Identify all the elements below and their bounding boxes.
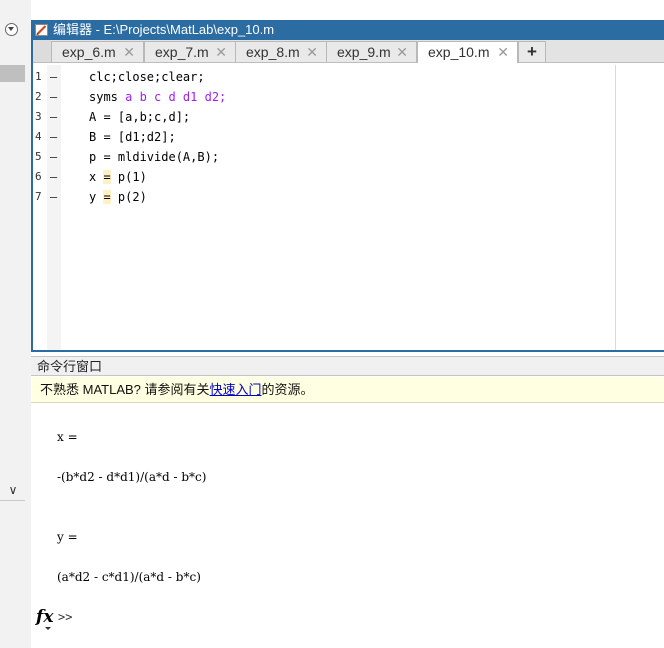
line-number: 6 [35, 170, 42, 183]
tab-label: exp_10.m [428, 44, 490, 60]
code-line[interactable]: 3 – A = [a,b;c,d]; [33, 107, 633, 127]
code-text: B = [d1;d2]; [89, 130, 176, 144]
code-keyword: syms [89, 90, 126, 104]
code-line[interactable]: 6 – x = p(1) [33, 167, 633, 187]
line-number: 7 [35, 190, 42, 203]
notice-text: 不熟悉 MATLAB? 请参阅有关 [40, 382, 210, 397]
tab-label: exp_7.m [155, 44, 209, 60]
editor-pencil-icon [35, 24, 48, 36]
chevron-down-icon[interactable]: ∨ [3, 483, 23, 497]
close-icon[interactable]: ✕ [497, 42, 509, 62]
editor-title-bar: 编辑器 - E:\Projects\MatLab\exp_10.m [31, 20, 664, 40]
code-expr: p(2) [110, 190, 147, 204]
line-number: 5 [35, 150, 42, 163]
code-text: clc;close;clear; [89, 70, 205, 84]
line-number: 3 [35, 110, 42, 123]
tab-label: exp_6.m [62, 44, 116, 60]
breakpoint-marker[interactable]: – [50, 127, 57, 147]
code-text: syms a b c d d1 d2; [89, 87, 226, 107]
code-line[interactable]: 2 – syms a b c d d1 d2; [33, 87, 633, 107]
options-dropdown-icon[interactable] [5, 23, 18, 36]
output-line: -(b*d2 - d*d1)/(a*d - b*c) [57, 470, 207, 484]
close-icon[interactable]: ✕ [396, 42, 408, 62]
code-line[interactable]: 1 – clc;close;clear; [33, 67, 633, 87]
code-text: p = mldivide(A,B); [89, 150, 220, 164]
code-line[interactable]: 5 – p = mldivide(A,B); [33, 147, 633, 167]
editor-tab-bar: exp_6.m ✕ exp_7.m ✕ exp_8.m ✕ exp_9.m ✕ … [33, 40, 664, 63]
tab-scroll-area [33, 40, 51, 62]
warning-highlight[interactable]: = [103, 190, 111, 204]
tab-label: exp_9.m [337, 44, 391, 60]
tab-label: exp_8.m [246, 44, 300, 60]
code-text: A = [a,b;c,d]; [89, 110, 191, 124]
line-number: 1 [35, 70, 42, 83]
selected-row-highlight [0, 65, 25, 82]
function-browser-icon[interactable]: fx [36, 607, 53, 630]
notice-text: 的资源。 [261, 382, 314, 397]
breakpoint-marker[interactable]: – [50, 87, 57, 107]
close-icon[interactable]: ✕ [306, 42, 318, 62]
breakpoint-marker[interactable]: – [50, 67, 57, 87]
tab-exp-7[interactable]: exp_7.m ✕ [144, 41, 236, 62]
code-var: y [89, 190, 104, 204]
panel-divider [0, 500, 25, 501]
tab-exp-8[interactable]: exp_8.m ✕ [235, 41, 327, 62]
output-line: x = [57, 430, 78, 444]
breakpoint-marker[interactable]: – [50, 167, 57, 187]
code-editor[interactable]: 1 – clc;close;clear; 2 – syms a b c d d1… [33, 65, 664, 350]
breakpoint-marker[interactable]: – [50, 187, 57, 207]
code-text: y = p(2) [89, 187, 147, 207]
code-text: x = p(1) [89, 167, 147, 187]
command-window[interactable]: x = -(b*d2 - d*d1)/(a*d - b*c) y = (a*d2… [31, 404, 664, 648]
add-tab-button[interactable]: + [518, 41, 546, 62]
tab-exp-9[interactable]: exp_9.m ✕ [326, 41, 417, 62]
output-line: (a*d2 - c*d1)/(a*d - b*c) [57, 570, 201, 584]
getting-started-notice: 不熟悉 MATLAB? 请参阅有关快速入门的资源。 [31, 377, 664, 403]
code-expr: p(1) [110, 170, 147, 184]
editor-window: 编辑器 - E:\Projects\MatLab\exp_10.m exp_6.… [31, 20, 664, 352]
tab-exp-10[interactable]: exp_10.m ✕ [417, 41, 518, 63]
line-number: 4 [35, 130, 42, 143]
code-line[interactable]: 7 – y = p(2) [33, 187, 633, 207]
output-line: y = [57, 530, 78, 544]
code-string: a b c d d1 d2; [125, 90, 227, 104]
left-panel-strip: ∨ [0, 0, 26, 648]
line-number: 2 [35, 90, 42, 103]
breakpoint-marker[interactable]: – [50, 107, 57, 127]
close-icon[interactable]: ✕ [123, 42, 135, 62]
command-window-title: 命令行窗口 [37, 359, 103, 374]
quick-start-link[interactable]: 快速入门 [210, 382, 262, 397]
code-var: x [89, 170, 104, 184]
warning-highlight[interactable]: = [103, 170, 111, 184]
command-prompt[interactable]: >> [58, 610, 72, 624]
close-icon[interactable]: ✕ [215, 42, 227, 62]
breakpoint-marker[interactable]: – [50, 147, 57, 167]
editor-title-text: 编辑器 - E:\Projects\MatLab\exp_10.m [53, 22, 275, 37]
command-window-header: 命令行窗口 [31, 356, 664, 376]
tab-exp-6[interactable]: exp_6.m ✕ [51, 41, 144, 62]
code-line[interactable]: 4 – B = [d1;d2]; [33, 127, 633, 147]
